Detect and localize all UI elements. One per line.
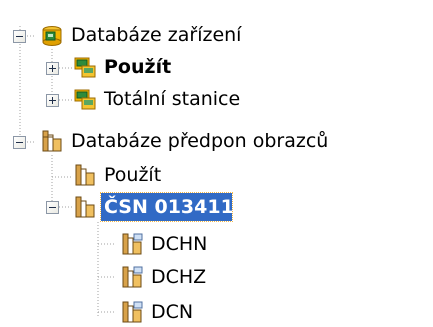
tree-node-label[interactable]: Použít bbox=[101, 161, 164, 189]
tree-node[interactable]: DCN bbox=[0, 297, 433, 327]
tree-node[interactable]: DCHN bbox=[0, 229, 433, 259]
tree-node[interactable]: Databáze předpon obrazců bbox=[0, 126, 433, 156]
tree-node-label[interactable]: DCHZ bbox=[148, 263, 209, 291]
tree-node[interactable]: Databáze zařízení bbox=[0, 20, 433, 50]
tree-node-selected[interactable]: ČSN 013411 bbox=[0, 192, 433, 222]
prefix-icon bbox=[75, 164, 95, 186]
prefix-item-icon bbox=[122, 233, 143, 255]
expand-toggle[interactable] bbox=[46, 62, 59, 75]
collapse-toggle[interactable] bbox=[13, 136, 26, 149]
tree-node-label[interactable]: ČSN 013411 bbox=[100, 192, 234, 222]
prefix-item-icon bbox=[122, 301, 143, 323]
prefix-item-icon bbox=[122, 266, 143, 288]
tree-node-label[interactable]: Totální stanice bbox=[101, 85, 243, 113]
collapse-toggle[interactable] bbox=[13, 30, 26, 43]
tree-node[interactable]: Použít bbox=[0, 160, 433, 190]
tree-node[interactable]: DCHZ bbox=[0, 262, 433, 292]
tree-view[interactable]: Databáze zařízení Použít Totální stanice bbox=[0, 0, 433, 323]
tree-node-label[interactable]: DCN bbox=[148, 298, 196, 326]
tree-node[interactable]: Použít bbox=[0, 52, 433, 82]
prefix-icon bbox=[75, 196, 95, 218]
database-device-icon bbox=[42, 26, 62, 46]
tree-node-label[interactable]: DCHN bbox=[148, 230, 210, 258]
tree-node-label[interactable]: Použít bbox=[101, 53, 174, 81]
tree-node-label[interactable]: Databáze zařízení bbox=[68, 21, 244, 49]
device-icon bbox=[74, 89, 96, 110]
collapse-toggle[interactable] bbox=[46, 201, 59, 214]
tree-node-label[interactable]: Databáze předpon obrazců bbox=[68, 127, 331, 155]
database-prefix-icon bbox=[42, 130, 62, 152]
tree-node[interactable]: Totální stanice bbox=[0, 84, 433, 114]
expand-toggle[interactable] bbox=[46, 94, 59, 107]
device-icon bbox=[74, 57, 96, 78]
